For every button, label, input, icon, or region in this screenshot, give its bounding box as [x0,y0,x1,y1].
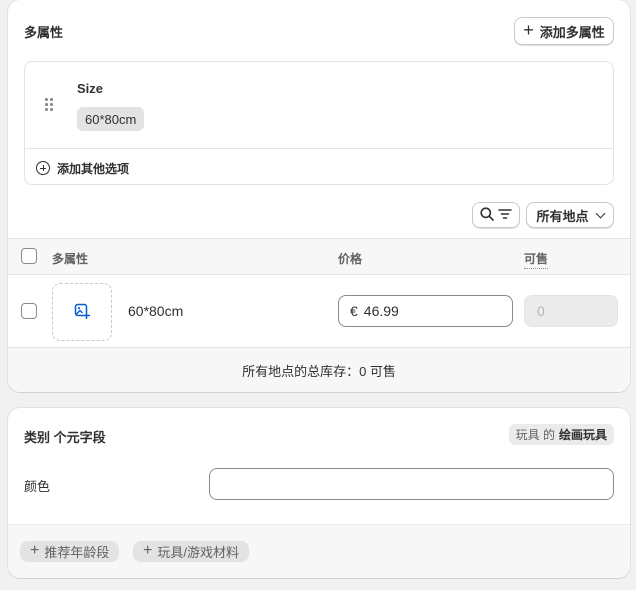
drag-handle-icon[interactable] [45,98,55,112]
price-value: 46.99 [363,303,399,319]
option-name[interactable]: Size [77,81,103,96]
search-filter-button[interactable] [472,202,520,228]
suggested-field-age-range[interactable]: + 推荐年龄段 [20,541,120,562]
search-icon [479,206,495,225]
option-value-chip[interactable]: 60*80cm [77,107,145,131]
category-badge: 玩具 的 绘画玩具 [508,424,614,445]
header-price: 价格 [338,252,363,266]
locations-label: 所有地点 [536,208,589,224]
divider [25,148,613,149]
circle-plus-icon [36,161,50,175]
image-add-icon [74,303,91,322]
filter-icon [497,206,513,225]
header-available[interactable]: 可售 [524,250,549,269]
price-input[interactable]: € 46.99 [338,295,513,327]
plus-icon: + [143,541,153,559]
suggested-field-label: 玩具/游戏材料 [157,545,239,560]
variants-title: 多属性 [24,25,64,40]
category-metafields-card: 类别 个元字段 玩具 的 绘画玩具 颜色 + 推荐年龄段 + 玩具/游戏材料 [8,408,630,578]
variant-name[interactable]: 60*80cm [128,303,183,319]
option-box: Size 60*80cm 添加其他选项 [24,61,614,185]
add-variant-button[interactable]: + 添加多属性 [514,17,614,45]
variants-table-header: 多属性 价格 可售 [8,238,630,275]
add-other-option-label: 添加其他选项 [57,161,130,176]
row-checkbox[interactable] [21,303,37,319]
chevron-down-icon [595,208,605,218]
available-placeholder: 0 [537,303,545,319]
total-inventory: 所有地点的总库存：0 可售 [8,348,630,392]
color-field[interactable] [209,468,614,500]
available-input: 0 [524,295,618,327]
currency-symbol: € [350,303,358,319]
table-row: 60*80cm € 46.99 0 [8,275,630,348]
variant-image-placeholder[interactable] [52,283,112,341]
locations-dropdown[interactable]: 所有地点 [526,202,614,228]
add-variant-label: 添加多属性 [539,24,605,40]
category-name: 绘画玩具 [558,428,607,442]
variants-card: 多属性 + 添加多属性 Size 60*80cm 添加其他选项 所有地点 多属性 [8,0,630,392]
add-other-option-button[interactable]: 添加其他选项 [36,158,129,178]
suggested-field-material[interactable]: + 玩具/游戏材料 [133,541,249,562]
color-field-label: 颜色 [24,479,51,494]
category-prefix: 玩具 的 [515,428,555,442]
header-variant: 多属性 [52,252,89,266]
suggested-field-label: 推荐年龄段 [44,545,110,560]
plus-icon: + [523,20,534,40]
metafields-title: 类别 个元字段 [24,430,106,445]
suggested-fields-bar: + 推荐年龄段 + 玩具/游戏材料 [8,524,630,578]
select-all-checkbox[interactable] [21,248,37,264]
total-inventory-text: 所有地点的总库存：0 可售 [242,363,396,379]
plus-icon: + [30,541,40,559]
